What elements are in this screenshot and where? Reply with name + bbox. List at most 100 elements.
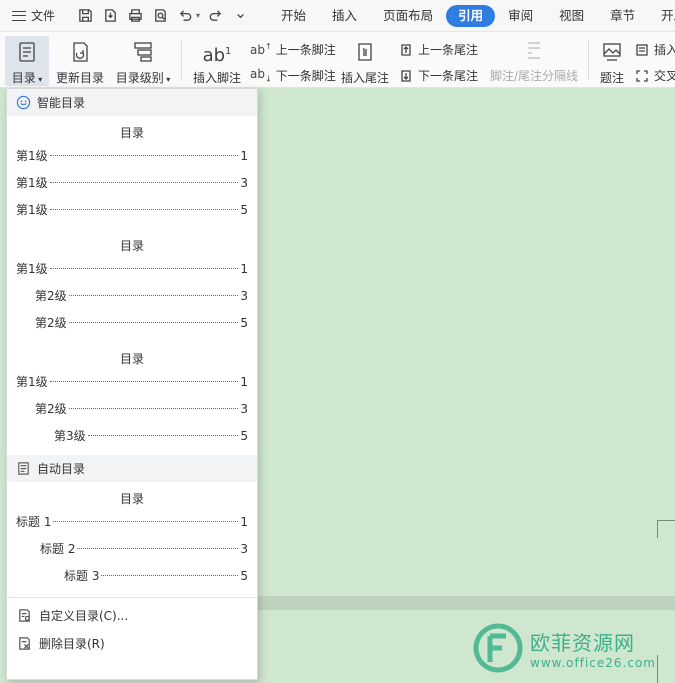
toc-level-button[interactable]: 目录级别 ▾	[113, 40, 173, 86]
toc-entry: 第1级 5	[16, 203, 248, 217]
smart-toc-style-3[interactable]: 目录 第1级 1 第2级 3 第3级 5	[7, 349, 257, 450]
redo-icon[interactable]	[205, 6, 225, 26]
toc-entry: 第2级 3	[35, 289, 248, 303]
tab-insert[interactable]: 插入	[319, 5, 370, 27]
toc-entry: 第2级 5	[35, 316, 248, 330]
smart-toc-style-1[interactable]: 目录 第1级 1 第1级 3 第1级 5	[7, 123, 257, 224]
tab-references[interactable]: 引用	[446, 4, 496, 27]
watermark-logo-icon	[473, 623, 523, 673]
toc-button-label: 目录	[11, 71, 36, 85]
update-toc-icon	[73, 42, 88, 62]
print-icon[interactable]	[125, 6, 145, 26]
undo-icon[interactable]	[175, 6, 195, 26]
caption-button[interactable]: 题注	[596, 40, 628, 86]
toc-button[interactable]: 目录 ▾	[5, 36, 49, 86]
cross-reference-button[interactable]: 交叉	[634, 67, 675, 84]
smart-toc-header: 智能目录	[7, 89, 257, 116]
next-footnote-label: 下一条脚注	[275, 69, 336, 83]
ribbon-references: 目录 ▾ 更新目录 目录级别 ▾ ab1 插入脚注 ab↑ 上一条脚注 ab↓ …	[0, 32, 675, 88]
toc-entry: 第2级 3	[35, 402, 248, 416]
separator-line-label: 脚注/尾注分隔线	[489, 69, 579, 83]
site-watermark: 欧菲资源网 www.office26.com	[470, 620, 656, 676]
more-chevron-icon[interactable]	[230, 6, 250, 26]
tab-start[interactable]: 开始	[268, 5, 319, 27]
delete-toc-icon	[19, 636, 30, 650]
tab-developer[interactable]: 开发	[648, 5, 675, 27]
tab-section[interactable]: 章节	[597, 5, 648, 27]
custom-toc-icon	[19, 608, 30, 622]
toc-entry: 第1级 3	[16, 176, 248, 190]
toc-entry: 标题 35	[64, 569, 248, 583]
page-margin-mark	[657, 520, 675, 538]
prev-footnote-button[interactable]: ab↑ 上一条脚注	[250, 41, 336, 58]
file-menu-button[interactable]: 文件	[0, 0, 63, 32]
auto-toc-icon	[18, 462, 29, 475]
toc-preview-title: 目录	[119, 126, 144, 140]
toc-level-icon	[134, 42, 152, 62]
page-gap	[258, 596, 675, 610]
insert-footnote-label: 插入脚注	[192, 71, 241, 85]
toc-entry: 第1级 1	[16, 262, 248, 276]
next-endnote-button[interactable]: 下一条尾注	[398, 67, 478, 84]
prev-footnote-label: 上一条脚注	[275, 43, 336, 57]
next-endnote-icon	[401, 69, 411, 82]
tab-page-layout[interactable]: 页面布局	[370, 5, 446, 27]
smart-toc-icon	[16, 95, 31, 110]
quick-access-toolbar: ▾	[75, 6, 250, 26]
toc-entry: 标题 23	[40, 542, 248, 556]
next-footnote-button[interactable]: ab↓ 下一条脚注	[250, 67, 336, 84]
toc-entry: 第3级 5	[54, 429, 248, 443]
auto-toc-header-label: 自动目录	[37, 462, 86, 476]
insert-table-of-figures-button[interactable]: 插入	[634, 41, 675, 58]
auto-toc-header: 自动目录	[7, 455, 257, 482]
insert-endnote-label: 插入尾注	[340, 71, 389, 85]
menu-icon	[12, 10, 26, 21]
next-footnote-icon: ab↓	[250, 67, 272, 84]
tab-view[interactable]: 视图	[546, 5, 597, 27]
smart-toc-style-2[interactable]: 目录 第1级 1 第2级 3 第2级 5	[7, 236, 257, 337]
update-toc-button[interactable]: 更新目录	[54, 40, 106, 86]
menu-divider	[7, 597, 257, 598]
separator-line-button[interactable]: 脚注/尾注分隔线	[487, 38, 581, 84]
toc-entry: 第1级 1	[16, 149, 248, 163]
watermark-url: www.office26.com	[530, 655, 656, 670]
smart-toc-header-label: 智能目录	[37, 96, 86, 110]
toc-entry: 标题 11	[16, 515, 248, 529]
delete-toc-label: 删除目录(R)	[39, 636, 105, 651]
delete-toc-item[interactable]: 删除目录(R)	[7, 629, 257, 657]
cross-ref-short-label: 交叉	[654, 69, 675, 83]
toc-entry: 第1级 1	[16, 375, 248, 389]
ribbon-divider	[588, 40, 589, 80]
print-preview-icon[interactable]	[150, 6, 170, 26]
custom-toc-label: 自定义目录(C)...	[39, 608, 129, 623]
prev-footnote-icon: ab↑	[250, 42, 272, 57]
prev-endnote-button[interactable]: 上一条尾注	[398, 41, 478, 58]
toc-level-label: 目录级别	[115, 71, 164, 85]
cross-reference-icon	[636, 69, 648, 82]
toc-preview-title: 目录	[119, 239, 144, 253]
watermark-name: 欧菲资源网	[530, 630, 635, 655]
file-menu-label: 文件	[31, 9, 56, 23]
update-toc-label: 更新目录	[55, 71, 104, 85]
ribbon-divider	[181, 40, 182, 80]
insert-short-label: 插入	[654, 43, 675, 57]
footnote-icon: ab1	[202, 45, 232, 66]
custom-toc-item[interactable]: 自定义目录(C)...	[7, 601, 257, 629]
insert-endnote-button[interactable]: 插入尾注	[340, 40, 390, 86]
auto-toc-style[interactable]: 目录 标题 11 标题 23 标题 35	[7, 489, 257, 590]
prev-endnote-icon	[401, 43, 411, 56]
export-pdf-icon[interactable]	[100, 6, 120, 26]
ribbon-tabs: 开始 插入 页面布局 引用 审阅 视图 章节 开发	[268, 4, 675, 27]
undo-dropdown-icon[interactable]: ▾	[196, 11, 200, 20]
prev-endnote-label: 上一条尾注	[418, 43, 479, 57]
toc-preview-title: 目录	[119, 352, 144, 366]
tab-review[interactable]: 审阅	[495, 5, 546, 27]
toc-icon	[19, 42, 35, 62]
top-bar: 文件 ▾ 开始 插入 页面布局 引用 审阅 视图 章节 开发	[0, 0, 675, 32]
table-of-figures-icon	[636, 43, 648, 56]
next-endnote-label: 下一条尾注	[418, 69, 479, 83]
insert-footnote-button[interactable]: ab1 插入脚注	[191, 40, 243, 86]
page-margin-mark	[657, 655, 675, 683]
save-icon[interactable]	[75, 6, 95, 26]
endnote-icon	[358, 43, 372, 61]
